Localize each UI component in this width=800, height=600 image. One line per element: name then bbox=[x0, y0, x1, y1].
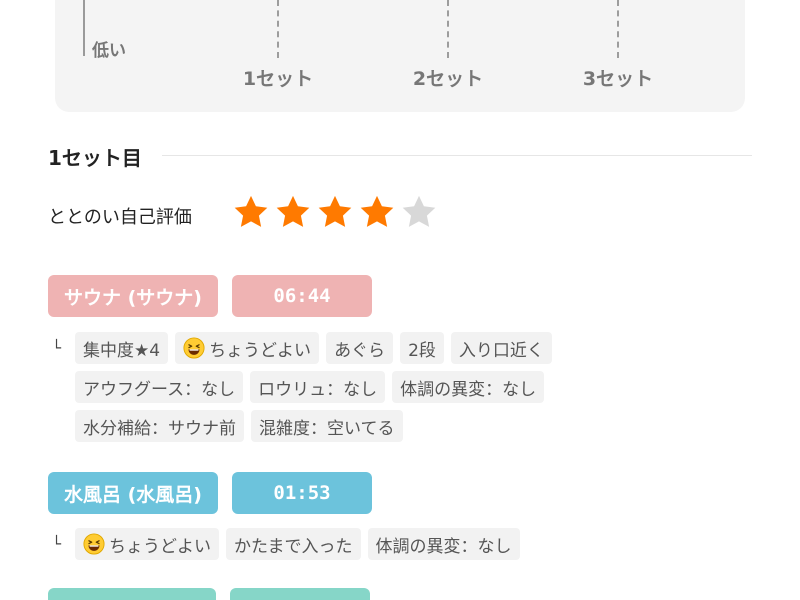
condition-tag-label: 混雑度：空いてる bbox=[259, 418, 395, 439]
star-icon[interactable] bbox=[316, 193, 354, 231]
grinning-face-icon bbox=[183, 337, 205, 359]
set-divider bbox=[162, 155, 752, 156]
condition-tag: 2段 bbox=[400, 332, 444, 364]
condition-tag-label: ロウリュ：なし bbox=[258, 379, 378, 400]
condition-tag-label: 体調の異変：なし bbox=[400, 379, 537, 400]
sauna-row: サウナ (サウナ) 06:44 bbox=[48, 275, 372, 317]
condition-tag-label: 集中度★4 bbox=[83, 340, 161, 361]
condition-tag-label: ちょうどよい bbox=[209, 340, 312, 361]
sauna-time-pill: 06:44 bbox=[231, 275, 372, 317]
x-tick-set-1: 1セット bbox=[242, 68, 314, 90]
condition-tag: 集中度★4 bbox=[75, 332, 169, 364]
tag-line: 水分補給：サウナ前 混雑度：空いてる bbox=[52, 410, 752, 442]
water-row: 水風呂 (水風呂) 01:53 bbox=[48, 472, 372, 514]
water-time-pill: 01:53 bbox=[231, 472, 372, 514]
y-axis-low-label: 低い bbox=[92, 41, 126, 61]
condition-tag: ちょうどよい bbox=[75, 528, 219, 560]
star-icon[interactable] bbox=[358, 193, 396, 231]
star-icon[interactable] bbox=[232, 193, 270, 231]
branch-icon: └ bbox=[52, 339, 62, 357]
condition-tag-label: 2段 bbox=[408, 340, 436, 361]
sauna-tags: └ 集中度★4 ちょうどよい あぐら 2段 入り口近くアウフグース：なし ロウリュ：なし 体調… bbox=[52, 332, 752, 449]
condition-tag: 体調の異変：なし bbox=[392, 371, 545, 403]
condition-tag-label: 水分補給：サウナ前 bbox=[83, 418, 236, 439]
tag-line: アウフグース：なし ロウリュ：なし 体調の異変：なし bbox=[52, 371, 752, 403]
condition-tag: ロウリュ：なし bbox=[250, 371, 386, 403]
gridline-set-2 bbox=[447, 0, 449, 58]
condition-tag: 入り口近く bbox=[450, 332, 552, 364]
chart-card bbox=[55, 0, 745, 112]
branch-icon: └ bbox=[52, 535, 62, 553]
condition-tag-label: 入り口近く bbox=[458, 340, 544, 361]
condition-tag-label: ちょうどよい bbox=[109, 536, 211, 557]
x-tick-set-2: 2セット bbox=[412, 68, 484, 90]
star-icon[interactable] bbox=[400, 193, 438, 231]
sauna-name-pill: サウナ (サウナ) bbox=[48, 275, 218, 317]
tag-line: └ 集中度★4 ちょうどよい あぐら 2段 入り口近く bbox=[52, 332, 752, 364]
gridline-set-3 bbox=[617, 0, 619, 58]
condition-tag: 水分補給：サウナ前 bbox=[75, 410, 244, 442]
condition-tag-label: アウフグース：なし bbox=[83, 379, 236, 400]
condition-tag-label: あぐら bbox=[334, 340, 386, 361]
water-tags: └ ちょうどよい かたまで入った 体調の異変：なし bbox=[52, 528, 752, 567]
water-name-pill: 水風呂 (水風呂) bbox=[48, 472, 218, 514]
rating-label: ととのい自己評価 bbox=[48, 207, 192, 228]
condition-tag: 混雑度：空いてる bbox=[251, 410, 403, 442]
condition-tag: かたまで入った bbox=[226, 528, 361, 560]
condition-tag-label: かたまで入った bbox=[234, 536, 353, 557]
rest-row bbox=[48, 588, 370, 600]
rest-name-pill bbox=[48, 588, 216, 600]
tag-line: └ ちょうどよい かたまで入った 体調の異変：なし bbox=[52, 528, 752, 560]
condition-tag-label: 体調の異変：なし bbox=[375, 536, 512, 557]
rating-stars bbox=[232, 193, 438, 231]
gridline-set-1 bbox=[277, 0, 279, 58]
condition-tag: 体調の異変：なし bbox=[367, 528, 520, 560]
grinning-face-icon bbox=[83, 533, 105, 555]
condition-tag: あぐら bbox=[326, 332, 394, 364]
star-icon[interactable] bbox=[274, 193, 312, 231]
rest-time-pill bbox=[230, 588, 370, 600]
condition-tag: アウフグース：なし bbox=[75, 371, 244, 403]
condition-tag: ちょうどよい bbox=[175, 332, 320, 364]
set-title: 1セット目 bbox=[48, 146, 142, 170]
x-tick-set-3: 3セット bbox=[582, 68, 654, 90]
y-axis bbox=[83, 0, 85, 56]
